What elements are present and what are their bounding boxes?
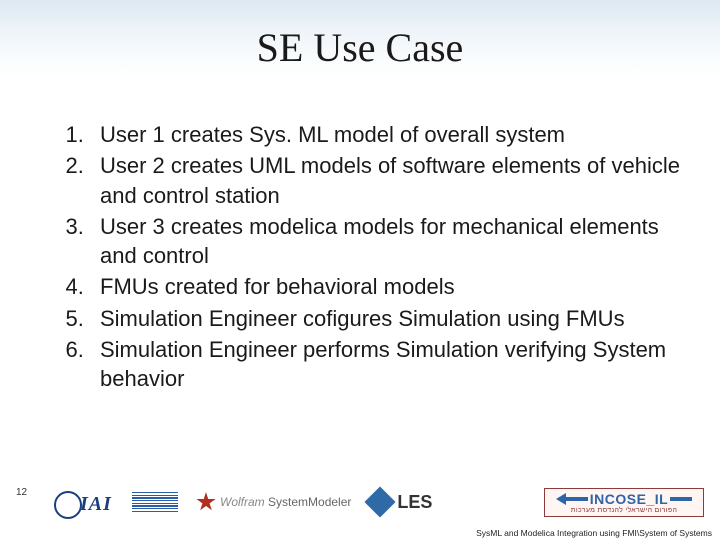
slide: SE Use Case User 1 creates Sys. ML model… xyxy=(0,0,720,540)
arrow-bar-icon xyxy=(670,497,692,501)
globe-icon xyxy=(54,491,82,519)
les-logo-text: LES xyxy=(397,492,432,513)
les-mark-icon xyxy=(365,486,396,517)
wolfram-product-name: SystemModeler xyxy=(268,495,351,509)
list-item: User 1 creates Sys. ML model of overall … xyxy=(90,120,690,149)
incose-logo-text: INCOSE_IL xyxy=(590,491,668,507)
logo-strip: IAI Wolfram SystemModeler LES INCOSE_IL xyxy=(54,482,704,522)
list-item: FMUs created for behavioral models xyxy=(90,272,690,301)
iai-logo: IAI xyxy=(54,487,114,517)
wolfram-spikey-icon xyxy=(196,492,216,512)
footer-text: SysML and Modelica Integration using FMI… xyxy=(476,528,712,538)
list-item: Simulation Engineer cofigures Simulation… xyxy=(90,304,690,333)
body-content: User 1 creates Sys. ML model of overall … xyxy=(54,120,690,395)
incose-il-logo: INCOSE_IL הפורום הישראלי להנדסת מערכות xyxy=(544,487,704,517)
page-number: 12 xyxy=(16,487,27,498)
ibm-logo xyxy=(132,492,178,512)
arrow-left-icon xyxy=(556,493,566,505)
arrow-bar-icon xyxy=(566,497,588,501)
les-logo: LES xyxy=(369,487,432,517)
slide-title: SE Use Case xyxy=(0,24,720,71)
wolfram-prefix: Wolfram xyxy=(220,495,265,509)
iai-logo-text: IAI xyxy=(80,493,112,516)
list-item: Simulation Engineer performs Simulation … xyxy=(90,335,690,394)
use-case-list: User 1 creates Sys. ML model of overall … xyxy=(54,120,690,393)
list-item: User 3 creates modelica models for mecha… xyxy=(90,212,690,271)
list-item: User 2 creates UML models of software el… xyxy=(90,151,690,210)
incose-subtitle: הפורום הישראלי להנדסת מערכות xyxy=(549,507,699,516)
wolfram-systemmodeler-logo: Wolfram SystemModeler xyxy=(196,487,351,517)
